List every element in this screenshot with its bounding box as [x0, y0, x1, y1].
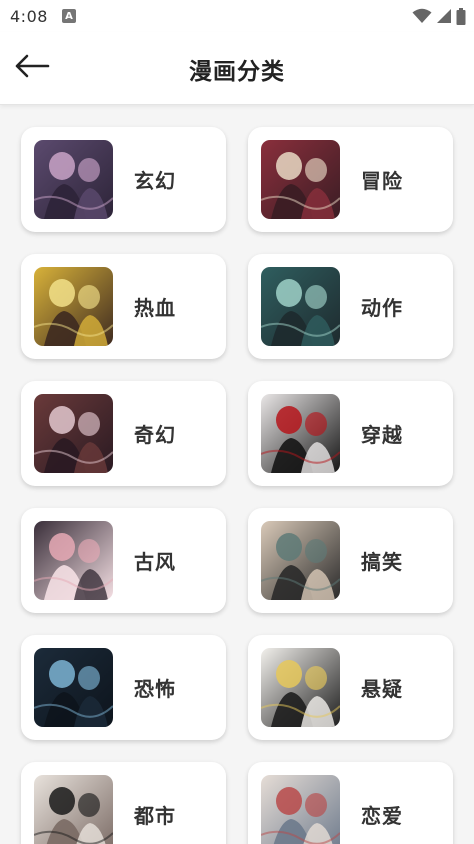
status-bar: 4:08 A [0, 0, 474, 32]
category-cover-image [34, 648, 113, 727]
category-label: 动作 [361, 296, 403, 320]
category-cover-image [34, 521, 113, 600]
category-label: 奇幻 [134, 423, 176, 447]
status-time: 4:08 [10, 6, 48, 26]
category-label: 悬疑 [361, 677, 403, 701]
category-cover-image [34, 267, 113, 346]
category-label: 恐怖 [134, 677, 176, 701]
category-cover-image [261, 394, 340, 473]
category-cover-image [34, 140, 113, 219]
category-card[interactable]: 都市 [21, 762, 226, 844]
category-card[interactable]: 玄幻 [21, 127, 226, 232]
category-label: 玄幻 [134, 169, 176, 193]
battery-icon [456, 7, 466, 25]
category-card[interactable]: 搞笑 [248, 508, 453, 613]
category-label: 热血 [134, 296, 176, 320]
category-grid: 玄幻 冒险热血 动作奇幻 穿越古风 搞笑恐怖 悬疑都市 恋爱 [0, 105, 474, 844]
page-title: 漫画分类 [189, 58, 285, 85]
category-card[interactable]: 动作 [248, 254, 453, 359]
category-card[interactable]: 穿越 [248, 381, 453, 486]
category-cover-image [261, 267, 340, 346]
category-card[interactable]: 恐怖 [21, 635, 226, 740]
category-card[interactable]: 恋爱 [248, 762, 453, 844]
category-label: 冒险 [361, 169, 403, 193]
category-label: 都市 [134, 804, 176, 828]
category-label: 恋爱 [361, 804, 403, 828]
status-icons [412, 7, 466, 25]
category-card[interactable]: 奇幻 [21, 381, 226, 486]
category-label: 穿越 [361, 423, 403, 447]
category-cover-image [261, 648, 340, 727]
signal-icon [436, 8, 452, 24]
wifi-icon [412, 8, 432, 24]
category-cover-image [261, 521, 340, 600]
category-label: 搞笑 [361, 550, 403, 574]
category-card[interactable]: 热血 [21, 254, 226, 359]
category-cover-image [34, 394, 113, 473]
arrow-left-icon [14, 54, 50, 82]
category-card[interactable]: 冒险 [248, 127, 453, 232]
category-card[interactable]: 古风 [21, 508, 226, 613]
category-label: 古风 [134, 550, 176, 574]
back-button[interactable] [10, 46, 54, 90]
app-bar: 漫画分类 [0, 32, 474, 105]
notification-badge: A [61, 9, 76, 23]
category-cover-image [261, 775, 340, 844]
category-card[interactable]: 悬疑 [248, 635, 453, 740]
category-cover-image [34, 775, 113, 844]
category-cover-image [261, 140, 340, 219]
